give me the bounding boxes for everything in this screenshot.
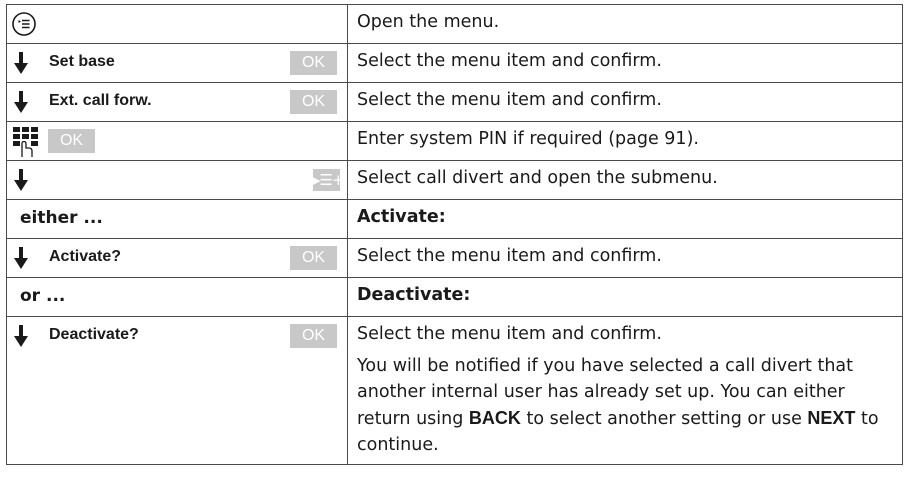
step-action-cell: OK [6, 121, 348, 161]
step-action-cell: Ext. call forw. OK [6, 82, 348, 122]
menu-item-label: Activate? [49, 248, 122, 265]
step-row: Set base OK Select the menu item and con… [6, 43, 903, 83]
step-description-cell: Select the menu item and confirm. You wi… [347, 316, 903, 465]
step-description: Enter system PIN if required (page 91). [347, 121, 903, 161]
down-arrow-icon [14, 91, 28, 113]
step-row: or ... Deactivate: [6, 277, 903, 317]
step-row: Activate? OK Select the menu item and co… [6, 238, 903, 278]
ok-softkey[interactable]: OK [290, 51, 337, 75]
ok-softkey[interactable]: OK [48, 129, 95, 153]
step-row: Ext. call forw. OK Select the menu item … [6, 82, 903, 122]
instruction-table: Open the menu. Set base OK Select the me… [6, 4, 903, 465]
step-row: ▸☰+ Select call divert and open the subm… [6, 160, 903, 200]
notification-note: You will be notified if you have selecte… [357, 353, 894, 458]
step-action-cell: Deactivate? OK [6, 316, 348, 465]
menu-key-icon [12, 12, 36, 36]
option-title: Activate: [347, 199, 903, 239]
submenu-key-icon[interactable]: ▸☰+ [313, 169, 345, 191]
step-row: OK Enter system PIN if required (page 91… [6, 121, 903, 161]
step-description: Select call divert and open the submenu. [347, 160, 903, 200]
step-row: either ... Activate: [6, 199, 903, 239]
down-arrow-icon [14, 169, 28, 191]
down-arrow-icon [14, 247, 28, 269]
ok-softkey[interactable]: OK [290, 246, 337, 270]
down-arrow-icon [14, 325, 28, 347]
step-action-cell: Set base OK [6, 43, 348, 83]
step-action-cell [6, 4, 348, 44]
step-action-cell: Activate? OK [6, 238, 348, 278]
step-description: Select the menu item and confirm. [347, 238, 903, 278]
step-action-cell: either ... [6, 199, 348, 239]
down-arrow-icon [14, 52, 28, 74]
menu-item-label: Deactivate? [49, 326, 139, 343]
option-title: Deactivate: [347, 277, 903, 317]
option-heading: either ... [20, 208, 103, 228]
keypad-icon [13, 127, 38, 157]
back-keyword: BACK [468, 408, 521, 428]
step-row: Open the menu. [6, 4, 903, 44]
option-heading: or ... [20, 286, 66, 306]
step-description: Open the menu. [347, 4, 903, 44]
step-description: Select the menu item and confirm. [347, 43, 903, 83]
step-row: Deactivate? OK Select the menu item and … [6, 316, 903, 465]
menu-item-label: Ext. call forw. [49, 92, 152, 109]
step-description: Select the menu item and confirm. [347, 82, 903, 122]
menu-item-label: Set base [49, 53, 115, 70]
next-keyword: NEXT [807, 408, 856, 428]
step-action-cell: ▸☰+ [6, 160, 348, 200]
note-text: to select another setting or use [520, 409, 808, 429]
step-action-cell: or ... [6, 277, 348, 317]
ok-softkey[interactable]: OK [290, 90, 337, 114]
ok-softkey[interactable]: OK [290, 324, 337, 348]
step-description: Select the menu item and confirm. [357, 324, 662, 344]
